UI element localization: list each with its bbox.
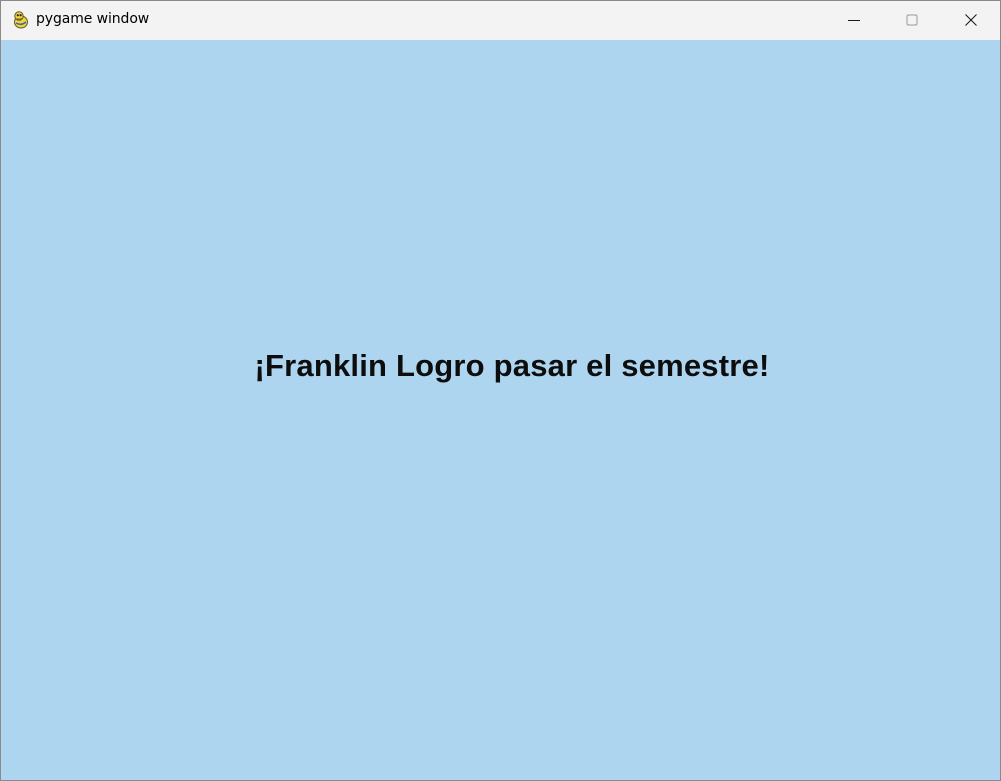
window-title: pygame window	[36, 11, 150, 27]
pygame-window: pygame window ¡Franklin Logro pasar el s…	[0, 0, 1001, 781]
pygame-snake-icon	[14, 11, 28, 29]
game-canvas[interactable]: ¡Franklin Logro pasar el semestre!	[1, 40, 1000, 780]
minimize-button[interactable]	[825, 1, 883, 39]
maximize-button[interactable]	[883, 1, 941, 39]
maximize-icon	[906, 14, 918, 26]
victory-message: ¡Franklin Logro pasar el semestre!	[254, 348, 770, 383]
title-bar[interactable]: pygame window	[1, 1, 1000, 39]
close-button[interactable]	[942, 1, 1000, 39]
close-icon	[965, 14, 977, 26]
minimize-icon	[848, 20, 860, 21]
